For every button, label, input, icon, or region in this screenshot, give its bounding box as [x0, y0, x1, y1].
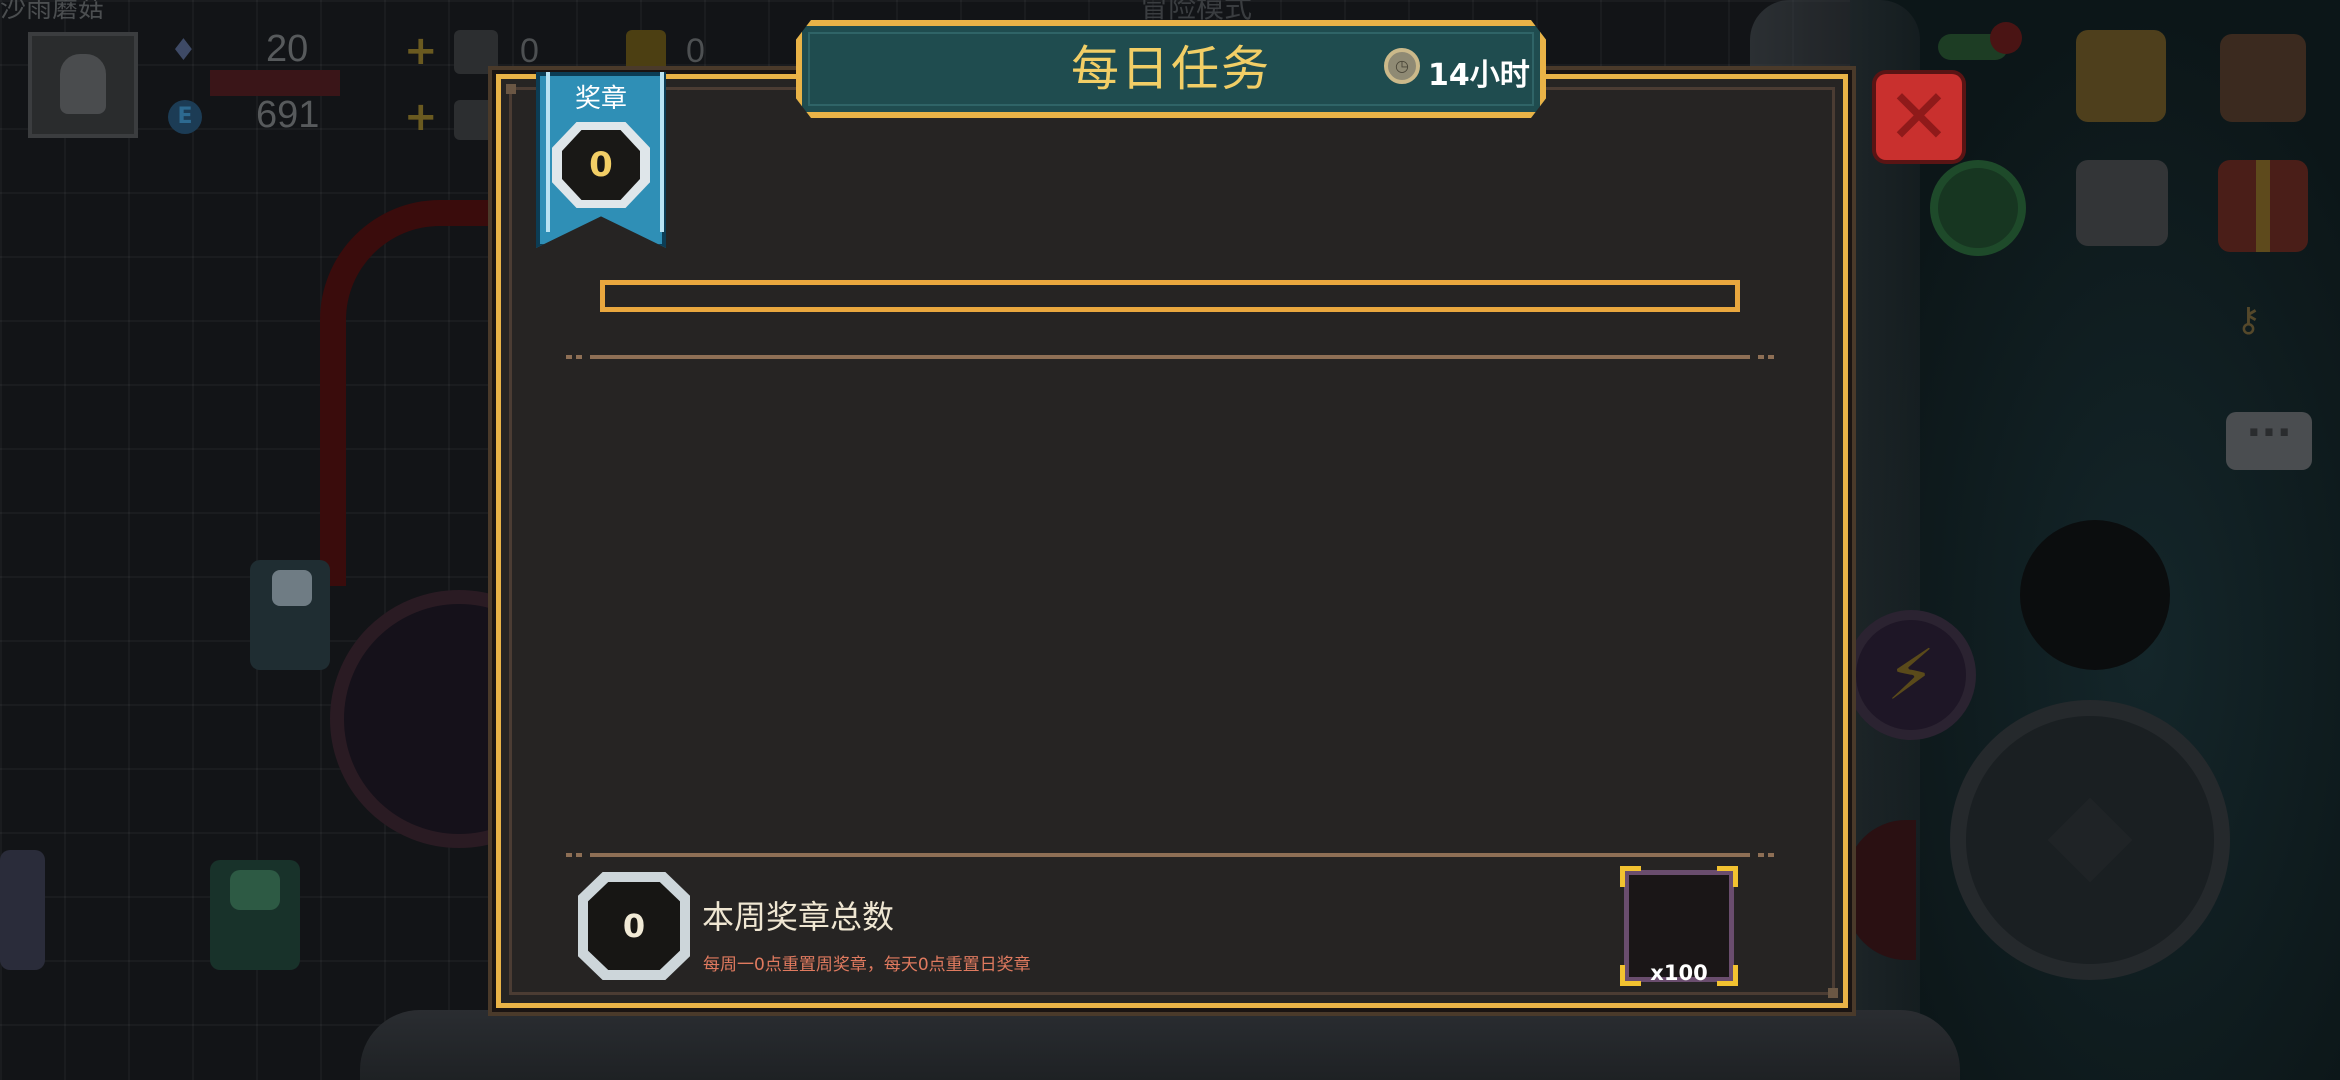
recycle-button[interactable]	[2220, 34, 2306, 122]
reward-slot[interactable]: x100	[1620, 866, 1738, 986]
gem-count: 20	[266, 28, 309, 70]
health-bar	[210, 70, 340, 96]
weekly-medal-title: 本周奖章总数	[702, 898, 895, 936]
npc-knight	[0, 850, 45, 970]
chest-button[interactable]	[2076, 30, 2166, 122]
npc-elf	[210, 860, 300, 970]
medal-ribbon: 奖章 0	[536, 72, 666, 248]
energy-count: 691	[256, 94, 320, 136]
attack-dpad[interactable]	[1950, 700, 2230, 980]
chat-button[interactable]: ···	[2226, 412, 2312, 470]
slot-corner	[1717, 866, 1738, 887]
notification-dot-icon	[1990, 22, 2022, 54]
weekly-medal-badge: 0	[578, 872, 690, 980]
task-list	[600, 372, 1740, 842]
material-icon-2	[454, 100, 498, 140]
energy-icon: E	[168, 100, 202, 134]
key-icon: ⚷	[2236, 300, 2261, 340]
medal-count: 0	[562, 130, 640, 200]
medal-progress-bar	[600, 280, 1740, 312]
divider-bottom	[576, 853, 1764, 857]
reward-quantity: x100	[1650, 961, 1708, 985]
player-name: 沙雨蘑菇	[0, 0, 105, 24]
material-count: 0	[520, 32, 539, 70]
gold-icon	[626, 30, 666, 74]
red-archway	[320, 200, 516, 586]
snow-ground	[360, 1010, 1960, 1080]
clock-coin-icon: ◷	[1384, 48, 1420, 84]
close-icon: ✕	[1887, 72, 1951, 161]
weekly-medal-count: 0	[588, 882, 680, 970]
reset-note: 每周一0点重置周奖章，每天0点重置日奖章	[703, 955, 1031, 975]
slot-corner	[1620, 866, 1641, 887]
npc-wizard	[250, 560, 330, 670]
gold-count: 0	[686, 32, 705, 70]
title-banner: 每日任务 ◷ 14小时	[796, 20, 1546, 118]
medal-badge: 0	[552, 122, 650, 208]
skill-button[interactable]	[2020, 520, 2170, 670]
camera-button[interactable]	[2076, 160, 2168, 246]
close-button[interactable]: ✕	[1876, 74, 1962, 160]
green-ring-button[interactable]	[1930, 160, 2026, 256]
reset-timer: 14小时	[1428, 58, 1530, 93]
add-gems-button[interactable]: +	[404, 28, 438, 74]
add-energy-button[interactable]: +	[404, 94, 438, 140]
lightning-skill-button[interactable]: ⚡	[1846, 610, 1976, 740]
medal-label: 奖章	[574, 84, 627, 114]
divider-top	[576, 355, 1764, 359]
material-icon	[454, 30, 498, 74]
gift-button[interactable]	[2218, 160, 2308, 252]
gem-icon: ♦	[170, 33, 197, 68]
avatar[interactable]	[28, 32, 138, 138]
